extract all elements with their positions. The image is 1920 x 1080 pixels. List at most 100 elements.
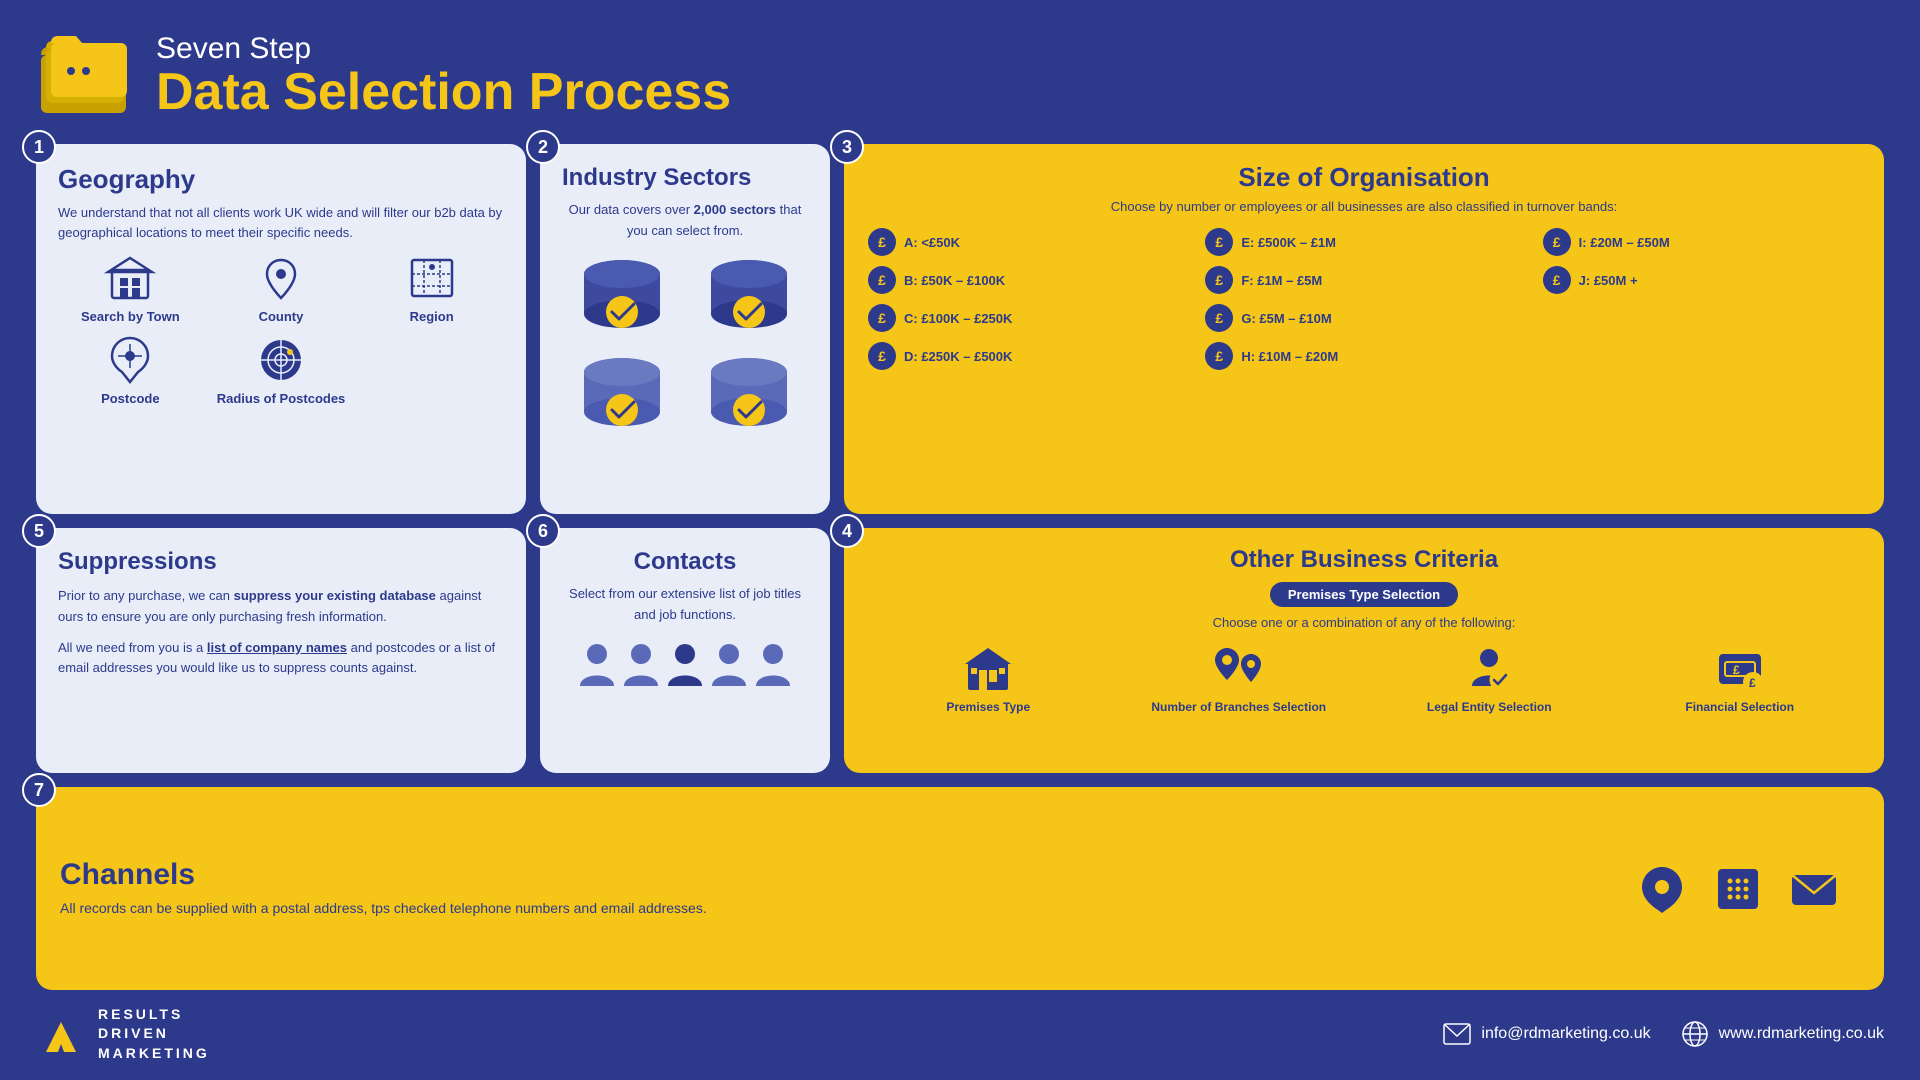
band-f-label: F: £1M – £5M — [1241, 273, 1322, 288]
pound-icon-c: £ — [868, 304, 896, 332]
size-bands-grid: £A: <£50K £E: £500K – £1M £I: £20M – £50… — [868, 228, 1860, 370]
band-empty-2 — [1543, 342, 1860, 370]
band-c-label: C: £100K – £250K — [904, 311, 1012, 326]
step2-badge: 2 — [526, 130, 560, 164]
rdm-logo-icon — [36, 1014, 86, 1054]
step3-badge: 3 — [830, 130, 864, 164]
premises-badge-container: Premises Type Selection — [868, 582, 1860, 607]
band-b-label: B: £50K – £100K — [904, 273, 1005, 288]
footer-website: www.rdmarketing.co.uk — [1719, 1025, 1884, 1043]
contacts-panel: 6 Contacts Select from our extensive lis… — [540, 528, 830, 773]
band-j-label: J: £50M + — [1579, 273, 1638, 288]
band-empty-1 — [1543, 304, 1860, 332]
branches-label: Number of Branches Selection — [1151, 700, 1326, 714]
band-i-label: I: £20M – £50M — [1579, 235, 1670, 250]
db-icons-grid — [562, 254, 808, 442]
step1-badge: 1 — [22, 130, 56, 164]
band-c: £ C: £100K – £250K — [868, 304, 1185, 332]
step5-badge: 5 — [22, 514, 56, 548]
band-d-label: D: £250K – £500K — [904, 349, 1012, 364]
band-h-label: H: £10M – £20M — [1241, 349, 1338, 364]
header: Seven Step Data Selection Process — [36, 20, 1884, 130]
step6-desc: Select from our extensive list of job ti… — [562, 584, 808, 626]
footer-website-item: www.rdmarketing.co.uk — [1681, 1020, 1884, 1048]
db-icon-4 — [689, 352, 808, 442]
step5-title: Suppressions — [58, 548, 504, 576]
database-check-icon-4 — [699, 352, 799, 442]
premises-badge: Premises Type Selection — [1270, 582, 1458, 607]
premises-icon — [963, 644, 1013, 694]
db-icon-1 — [562, 254, 681, 344]
band-j: £ J: £50M + — [1543, 266, 1860, 294]
header-title: Data Selection Process — [156, 66, 731, 118]
step2-highlight: 2,000 sectors — [694, 202, 776, 217]
radar-icon — [255, 334, 307, 386]
footer-email-item: info@rdmarketing.co.uk — [1443, 1023, 1650, 1045]
channels-panel: 7 Channels All records can be supplied w… — [36, 787, 1884, 990]
person-icon-1 — [578, 640, 616, 690]
geo-radius-label: Radius of Postcodes — [217, 391, 346, 406]
geo-item-county: County — [209, 252, 354, 324]
step7-title: Channels — [60, 858, 1606, 892]
geo-town-label: Search by Town — [81, 309, 180, 324]
footer: RESULTSDRIVENMARKETING info@rdmarketing.… — [36, 1004, 1884, 1064]
step1-description: We understand that not all clients work … — [58, 203, 504, 242]
step4-badge: 4 — [830, 514, 864, 548]
channels-content: Channels All records can be supplied wit… — [60, 858, 1606, 919]
pound-icon-g: £ — [1205, 304, 1233, 332]
criteria-premises: Premises Type — [868, 644, 1109, 714]
geo-item-postcode: Postcode — [58, 334, 203, 406]
step5-highlight1: suppress your existing database — [234, 588, 436, 603]
pound-icon-a: £ — [868, 228, 896, 256]
band-i: £I: £20M – £50M — [1543, 228, 1860, 256]
financial-label: Financial Selection — [1685, 700, 1794, 714]
person-icon-5 — [754, 640, 792, 690]
header-text: Seven Step Data Selection Process — [156, 32, 731, 118]
step5-text2: All we need from you is a list of compan… — [58, 638, 504, 680]
legal-label: Legal Entity Selection — [1427, 700, 1552, 714]
pound-icon-j: £ — [1543, 266, 1571, 294]
step6-title: Contacts — [562, 548, 808, 576]
database-check-icon-1 — [572, 254, 672, 344]
legal-icon — [1464, 644, 1514, 694]
band-f: £F: £1M – £5M — [1205, 266, 1522, 294]
pound-icon-d: £ — [868, 342, 896, 370]
phone-icon — [1712, 863, 1764, 915]
step2-title: Industry Sectors — [562, 164, 808, 192]
band-h: £H: £10M – £20M — [1205, 342, 1522, 370]
band-b: £ B: £50K – £100K — [868, 266, 1185, 294]
person-icon-4 — [710, 640, 748, 690]
step2-desc: Our data covers over 2,000 sectors that … — [562, 200, 808, 242]
criteria-financial: £ £ Financial Selection — [1620, 644, 1861, 714]
db-icon-2 — [689, 254, 808, 344]
channel-icons — [1636, 863, 1840, 915]
step6-badge: 6 — [526, 514, 560, 548]
step4-title: Other Business Criteria — [868, 546, 1860, 574]
industry-panel: 2 Industry Sectors Our data covers over … — [540, 144, 830, 514]
svg-text:£: £ — [1733, 663, 1740, 677]
person-icon-2 — [622, 640, 660, 690]
criteria-branches: Number of Branches Selection — [1119, 644, 1360, 714]
size-panel: 3 Size of Organisation Choose by number … — [844, 144, 1884, 514]
step5-highlight2: list of company names — [207, 640, 347, 655]
step7-badge: 7 — [22, 773, 56, 807]
band-e-label: E: £500K – £1M — [1241, 235, 1336, 250]
database-check-icon-2 — [699, 254, 799, 344]
pin-icon — [104, 334, 156, 386]
criteria-grid: Premises Type Number of Branches Selecti… — [868, 644, 1860, 714]
geo-item-town: Search by Town — [58, 252, 203, 324]
step5-text1: Prior to any purchase, we can suppress y… — [58, 586, 504, 628]
person-icon-3 — [666, 640, 704, 690]
step4-subtitle: Choose one or a combination of any of th… — [868, 615, 1860, 630]
suppressions-panel: 5 Suppressions Prior to any purchase, we… — [36, 528, 526, 773]
pound-icon-b: £ — [868, 266, 896, 294]
geo-region-label: Region — [410, 309, 454, 324]
footer-email: info@rdmarketing.co.uk — [1481, 1025, 1650, 1043]
step3-title: Size of Organisation — [868, 162, 1860, 193]
step3-subtitle: Choose by number or employees or all bus… — [868, 199, 1860, 214]
footer-globe-icon — [1681, 1020, 1709, 1048]
db-icon-3 — [562, 352, 681, 442]
contacts-icons — [562, 640, 808, 690]
building-icon — [104, 252, 156, 304]
email-icon — [1788, 863, 1840, 915]
